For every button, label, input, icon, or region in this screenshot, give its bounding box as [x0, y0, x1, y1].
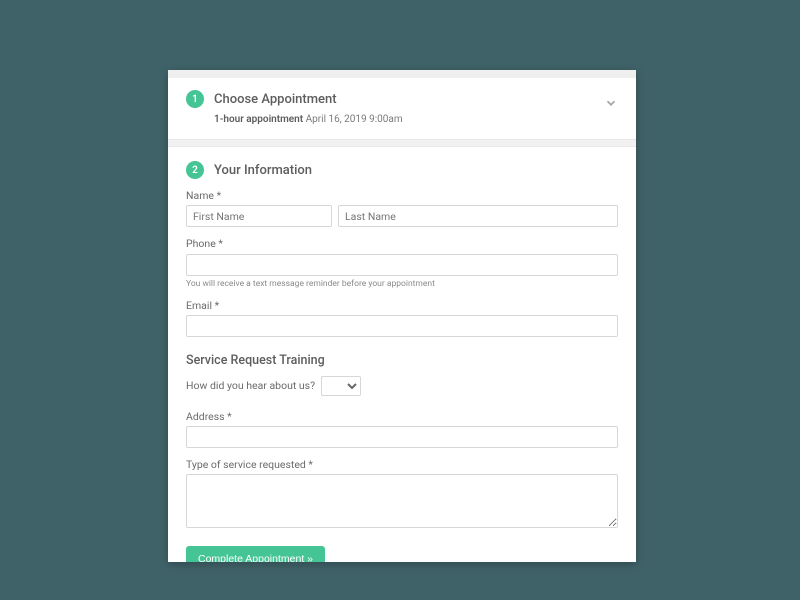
last-name-input[interactable] — [338, 205, 618, 227]
your-information-panel: 2 Your Information Name * Phone * You wi… — [168, 147, 636, 562]
address-input[interactable] — [186, 426, 618, 448]
top-spacer — [168, 70, 636, 78]
step-1-title: Choose Appointment — [214, 92, 337, 107]
booking-window: 1 Choose Appointment 1-hour appointment … — [168, 70, 636, 562]
complete-appointment-button[interactable]: Complete Appointment » — [186, 546, 325, 562]
appointment-type: 1-hour appointment — [214, 114, 303, 125]
step-2-badge: 2 — [186, 161, 204, 179]
phone-input[interactable] — [186, 254, 618, 276]
phone-help-text: You will receive a text message reminder… — [186, 279, 618, 289]
first-name-input[interactable] — [186, 205, 332, 227]
step-1-header: 1 Choose Appointment — [186, 90, 618, 108]
email-label: Email * — [186, 299, 618, 312]
name-row — [186, 205, 618, 227]
hear-about-row: How did you hear about us? — [186, 376, 361, 396]
service-type-textarea[interactable] — [186, 474, 618, 528]
step-1-badge: 1 — [186, 90, 204, 108]
email-input[interactable] — [186, 315, 618, 337]
step-2-title: Your Information — [214, 163, 312, 178]
address-label: Address * — [186, 410, 618, 423]
phone-label: Phone * — [186, 237, 618, 250]
service-type-label: Type of service requested * — [186, 458, 618, 471]
choose-appointment-panel[interactable]: 1 Choose Appointment 1-hour appointment … — [168, 78, 636, 139]
step-2-header: 2 Your Information — [186, 161, 618, 179]
chevron-down-icon[interactable] — [604, 96, 618, 110]
panel-divider — [168, 139, 636, 147]
hear-about-label: How did you hear about us? — [186, 379, 315, 392]
hear-about-select[interactable] — [321, 376, 361, 396]
service-section-title: Service Request Training — [186, 353, 618, 368]
appointment-date: April 16, 2019 9:00am — [306, 114, 403, 125]
appointment-summary: 1-hour appointment April 16, 2019 9:00am — [186, 114, 618, 125]
name-label: Name * — [186, 189, 618, 202]
